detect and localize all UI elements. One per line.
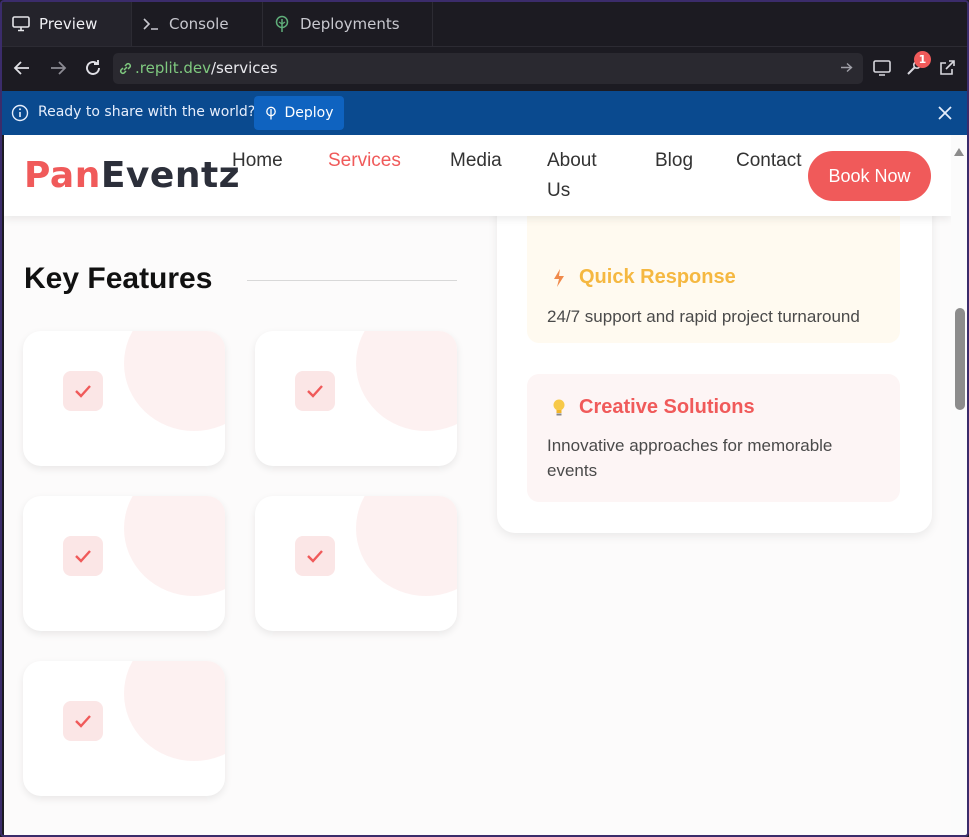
lightbulb-icon xyxy=(549,398,569,418)
feature-card xyxy=(255,496,457,631)
card-decoration xyxy=(356,331,457,431)
checkmark-icon xyxy=(295,536,335,576)
tab-console[interactable]: Console xyxy=(132,2,263,46)
devices-icon[interactable] xyxy=(872,58,892,78)
checkmark-icon xyxy=(63,371,103,411)
site-header: PanEventz Home Services Media About Us B… xyxy=(4,135,951,216)
nav-about-us[interactable]: About Us xyxy=(547,146,617,206)
monitor-icon xyxy=(12,15,30,33)
feature-description: Innovative approaches for memorable even… xyxy=(547,436,833,480)
url-text: .replit.dev/services xyxy=(135,59,278,77)
deploy-banner: Ready to share with the world? Deploy xyxy=(2,91,967,135)
website-viewport: PanEventz Home Services Media About Us B… xyxy=(4,135,951,835)
replit-window: Preview Console Deployments .replit.dev/… xyxy=(0,0,969,837)
nav-home[interactable]: Home xyxy=(232,146,283,176)
nav-contact[interactable]: Contact xyxy=(736,146,801,176)
tab-label: Console xyxy=(169,15,229,33)
tab-label: Deployments xyxy=(300,15,400,33)
url-field[interactable]: .replit.dev/services xyxy=(113,53,863,84)
scrollbar-thumb[interactable] xyxy=(955,308,965,410)
terminal-icon xyxy=(142,15,160,33)
forward-arrow-icon[interactable] xyxy=(47,57,69,79)
key-features-heading: Key Features xyxy=(24,262,213,295)
nav-services[interactable]: Services xyxy=(328,146,401,176)
url-bar-row: .replit.dev/services 1 xyxy=(2,47,967,91)
tab-preview[interactable]: Preview xyxy=(2,2,132,46)
feature-card xyxy=(23,331,225,466)
feature-card xyxy=(23,496,225,631)
checkmark-icon xyxy=(63,701,103,741)
feature-card xyxy=(255,331,457,466)
deploy-button[interactable]: Deploy xyxy=(254,96,344,130)
page-scrollbar[interactable] xyxy=(951,135,967,835)
open-external-icon[interactable] xyxy=(937,58,957,78)
site-logo[interactable]: PanEventz xyxy=(24,155,240,196)
go-arrow-icon[interactable] xyxy=(839,60,854,79)
card-decoration xyxy=(124,661,225,761)
feature-title: Quick Response xyxy=(549,266,736,289)
tab-deployments[interactable]: Deployments xyxy=(263,2,433,46)
creative-solutions-card: Creative Solutions Innovative approaches… xyxy=(527,374,900,502)
checkmark-icon xyxy=(63,536,103,576)
card-decoration xyxy=(356,496,457,596)
deploy-label: Deploy xyxy=(284,105,334,121)
deploy-tree-icon xyxy=(264,106,278,120)
scroll-up-arrow-icon[interactable] xyxy=(954,141,964,160)
card-decoration xyxy=(124,496,225,596)
book-now-button[interactable]: Book Now xyxy=(808,151,931,201)
back-arrow-icon[interactable] xyxy=(11,57,33,79)
link-icon xyxy=(118,61,133,80)
nav-media[interactable]: Media xyxy=(450,146,502,176)
deploy-tree-icon xyxy=(273,15,291,33)
feature-description: 24/7 support and rapid project turnaroun… xyxy=(547,307,860,326)
quick-response-card: Quick Response 24/7 support and rapid pr… xyxy=(527,205,900,343)
why-choose-panel: Quick Response 24/7 support and rapid pr… xyxy=(497,175,932,533)
tab-label: Preview xyxy=(39,15,98,33)
card-decoration xyxy=(124,331,225,431)
lightning-icon xyxy=(549,268,569,288)
notification-badge: 1 xyxy=(914,51,931,68)
nav-blog[interactable]: Blog xyxy=(655,146,693,176)
close-icon[interactable] xyxy=(935,103,955,123)
checkmark-icon xyxy=(295,371,335,411)
feature-card xyxy=(23,661,225,796)
banner-text: Ready to share with the world? xyxy=(38,104,256,120)
tab-bar: Preview Console Deployments xyxy=(2,2,967,47)
reload-icon[interactable] xyxy=(82,57,104,79)
info-icon xyxy=(11,104,29,126)
heading-divider xyxy=(247,280,457,281)
feature-title: Creative Solutions xyxy=(549,396,755,419)
